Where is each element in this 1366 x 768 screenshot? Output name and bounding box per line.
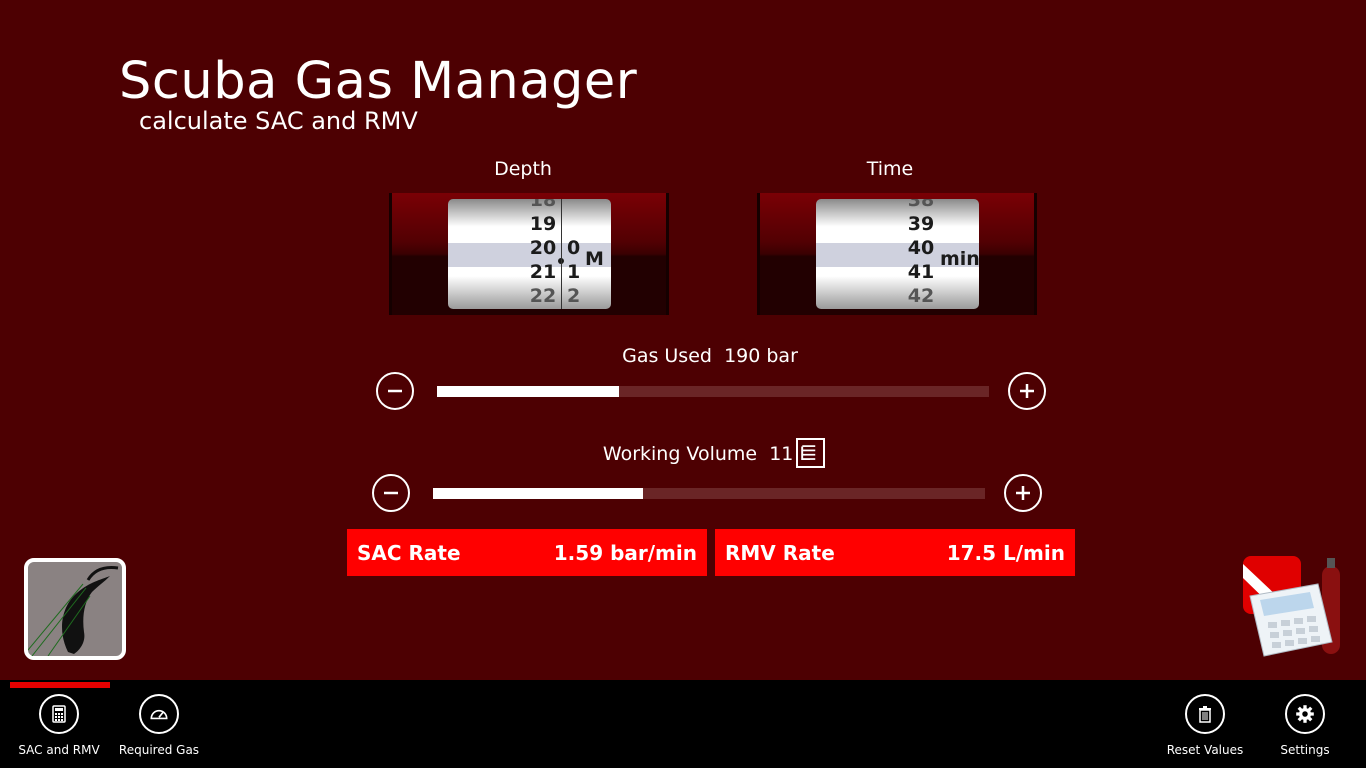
reset-values-label: Reset Values bbox=[1166, 743, 1244, 757]
gauge-icon-circle bbox=[139, 694, 179, 734]
trash-icon-circle bbox=[1185, 694, 1225, 734]
working-volume-decrease-button[interactable] bbox=[372, 474, 410, 512]
time-value-selected: 40 bbox=[907, 237, 935, 259]
time-column[interactable]: 38 39 40 41 42 bbox=[906, 199, 936, 307]
gas-used-increase-button[interactable] bbox=[1008, 372, 1046, 410]
cylinder-list-button[interactable] bbox=[796, 438, 825, 468]
depth-minor-value: 2 bbox=[567, 285, 581, 307]
gear-icon-circle bbox=[1285, 694, 1325, 734]
time-value: 38 bbox=[907, 199, 935, 211]
sac-rate-label: SAC Rate bbox=[357, 540, 461, 565]
app-subtitle: calculate SAC and RMV bbox=[139, 107, 418, 135]
depth-major-column[interactable]: 18 19 20 21 22 bbox=[528, 199, 558, 307]
calculator-icon bbox=[1243, 556, 1340, 657]
sac-rmv-nav-button[interactable]: SAC and RMV bbox=[9, 694, 109, 757]
depth-drum[interactable]: 18 19 20 21 22 0 1 2 M bbox=[448, 199, 611, 309]
working-volume-slider-fill bbox=[433, 488, 643, 499]
rmv-rate-label: RMV Rate bbox=[725, 540, 835, 565]
gear-icon bbox=[1296, 705, 1314, 723]
required-gas-nav-label: Required Gas bbox=[118, 743, 200, 757]
app-logo-tile[interactable] bbox=[24, 558, 126, 660]
depth-column-divider bbox=[561, 199, 562, 309]
plus-icon bbox=[1016, 486, 1030, 500]
rmv-rate-value: 17.5 L/min bbox=[946, 540, 1065, 565]
settings-label: Settings bbox=[1280, 743, 1330, 757]
time-picker[interactable]: 38 39 40 41 42 min bbox=[757, 193, 1037, 315]
list-icon bbox=[802, 445, 816, 460]
gauge-icon bbox=[150, 709, 168, 720]
calculator-icon-circle bbox=[39, 694, 79, 734]
gas-used-label: Gas Used bbox=[622, 345, 712, 367]
minus-icon bbox=[384, 491, 398, 495]
sac-rmv-nav-label: SAC and RMV bbox=[18, 743, 100, 757]
gas-used-value: 190 bar bbox=[724, 345, 798, 367]
depth-major-value: 18 bbox=[529, 199, 557, 211]
rmv-rate-box: RMV Rate 17.5 L/min bbox=[715, 529, 1075, 576]
minus-icon bbox=[388, 389, 402, 393]
active-page-indicator bbox=[10, 682, 110, 688]
plus-icon bbox=[1020, 384, 1034, 398]
depth-minor-column[interactable]: 0 1 2 bbox=[567, 236, 587, 309]
gas-used-heading: Gas Used 190 bar bbox=[560, 345, 860, 367]
time-unit: min bbox=[940, 248, 979, 270]
time-label: Time bbox=[866, 158, 914, 180]
time-value: 41 bbox=[907, 261, 935, 283]
gas-used-slider[interactable] bbox=[437, 386, 989, 397]
sac-rate-box: SAC Rate 1.59 bar/min bbox=[347, 529, 707, 576]
depth-unit: M bbox=[585, 248, 604, 270]
working-volume-heading: Working Volume 11 L bbox=[560, 443, 810, 465]
depth-minor-value: 1 bbox=[567, 261, 581, 283]
settings-button[interactable]: Settings bbox=[1255, 694, 1355, 757]
depth-picker[interactable]: 18 19 20 21 22 0 1 2 M bbox=[389, 193, 669, 315]
working-volume-slider[interactable] bbox=[433, 488, 985, 499]
sac-rate-value: 1.59 bar/min bbox=[553, 540, 697, 565]
bottom-app-bar: SAC and RMV Required Gas Reset Values Se… bbox=[0, 680, 1366, 768]
depth-major-value-selected: 20 bbox=[529, 237, 557, 259]
calculator-icon bbox=[52, 705, 66, 723]
depth-label: Depth bbox=[494, 158, 552, 180]
time-value: 42 bbox=[907, 285, 935, 307]
required-gas-nav-button[interactable]: Required Gas bbox=[109, 694, 209, 757]
working-volume-increase-button[interactable] bbox=[1004, 474, 1042, 512]
working-volume-label: Working Volume bbox=[602, 443, 758, 465]
heron-logo-icon bbox=[27, 566, 119, 657]
calculator-tank-illustration bbox=[1240, 556, 1350, 660]
depth-major-value: 21 bbox=[529, 261, 557, 283]
time-value: 39 bbox=[907, 213, 935, 235]
reset-values-button[interactable]: Reset Values bbox=[1155, 694, 1255, 757]
trash-icon bbox=[1199, 706, 1211, 723]
depth-major-value: 19 bbox=[529, 213, 557, 235]
gas-used-slider-fill bbox=[437, 386, 620, 397]
app-title: Scuba Gas Manager bbox=[119, 52, 638, 111]
time-drum[interactable]: 38 39 40 41 42 min bbox=[816, 199, 979, 309]
gas-used-decrease-button[interactable] bbox=[376, 372, 414, 410]
depth-major-value: 22 bbox=[529, 285, 557, 307]
depth-minor-value-selected: 0 bbox=[567, 237, 581, 259]
